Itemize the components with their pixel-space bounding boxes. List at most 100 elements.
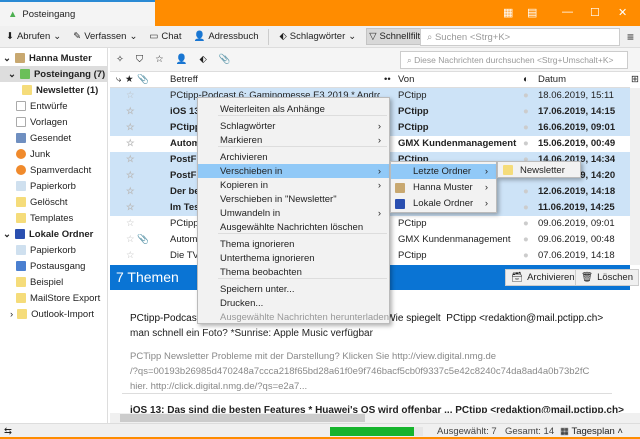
horizontal-scrollbar[interactable] [110,413,640,423]
menu-item[interactable]: Unterthema ignorieren [198,251,389,265]
star-icon[interactable]: ☆ [126,90,135,101]
menu-item-newsletter[interactable]: Newsletter [498,163,580,177]
account-hanna-muster[interactable]: ⌄ Hanna Muster [0,50,108,66]
archive-button[interactable]: 🗃 Archivieren [505,269,581,286]
menu-item[interactable]: Drucken... [198,296,389,310]
column-picker-icon[interactable]: ⊞ [631,74,639,85]
submenu-item[interactable]: Lokale Ordner › [391,196,496,211]
folder-beispiel[interactable]: Beispiel [0,274,108,290]
menu-item[interactable]: Kopieren in › [198,178,389,192]
folder-templates[interactable]: Templates [0,210,108,226]
menu-item[interactable]: Ausgewählte Nachrichten löschen [198,220,389,234]
unread-filter-icon[interactable]: ⛉ [136,54,143,65]
column-subject[interactable]: Betreff [170,74,198,85]
chevron-down-icon[interactable]: ⌄ [129,31,137,42]
star-icon[interactable]: ☆ [126,170,135,181]
message-date: 16.06.2019, 09:01 [538,122,616,133]
star-icon[interactable]: ☆ [126,186,135,197]
menu-item[interactable]: Markieren › [198,133,389,147]
fire-icon [16,149,26,159]
folder-geloescht[interactable]: Gelöscht [0,194,108,210]
delete-button[interactable]: 🗑 Löschen [575,269,639,286]
maximize-button[interactable]: ☐ [590,6,600,19]
attachment-filter-icon[interactable]: 📎 [219,54,231,65]
tab-posteingang[interactable]: ▲ Posteingang [0,0,155,26]
menu-item[interactable]: Thema ignorieren [198,237,389,251]
menu-item[interactable]: Ausgewählte Nachrichten herunterladen [198,310,389,324]
summary-subject-cont[interactable]: man schnell ein Foto? *Sunrise: Apple Mu… [130,328,373,339]
menu-item[interactable]: Archivieren [198,150,389,164]
star-column-icon[interactable]: ★ [125,74,134,85]
menu-item[interactable]: Thema beobachten [198,265,389,279]
message-list-scrollbar[interactable] [630,88,640,265]
folder-newsletter[interactable]: Newsletter (1) [0,82,108,98]
junk-column-icon[interactable]: ◐ [523,74,529,85]
menu-item[interactable]: Verschieben in "Newsletter" [198,192,389,206]
tag-filter-icon[interactable]: ⬖ [199,54,206,65]
tasks-icon[interactable]: ▤ [527,6,537,19]
folder-junk[interactable]: Junk [0,146,108,162]
star-icon[interactable]: ☆ [126,234,135,245]
star-filter-icon[interactable]: ☆ [155,54,164,65]
chat-button[interactable]: ▭ Chat [147,29,183,44]
message-date: 17.06.2019, 14:15 [538,106,616,117]
thread-column-icon[interactable]: ⤷ [116,74,121,85]
column-from[interactable]: Von [398,74,414,85]
pin-icon[interactable]: ✧ [116,54,124,65]
summary-subject-2[interactable]: iOS 13: Das sind die besten Features * H… [130,405,624,413]
folder-gesendet[interactable]: Gesendet [0,130,108,146]
menu-item[interactable]: Umwandeln in › [198,206,389,220]
menu-separator [218,115,387,116]
today-pane-button[interactable]: ▦ Tagesplan ˄ [560,426,623,437]
star-icon[interactable]: ☆ [126,250,135,261]
attachment-column-icon[interactable]: 📎 [137,74,149,85]
tag-icon: ⬖ [279,31,287,42]
message-date: 15.06.2019, 00:49 [538,138,616,149]
star-icon[interactable]: ☆ [126,218,135,229]
connection-icon[interactable]: ⇆ [4,426,12,437]
folder-mailstore-export[interactable]: MailStore Export [0,290,108,306]
star-icon[interactable]: ☆ [126,202,135,213]
pencil-icon: ✎ [73,31,82,42]
menu-item[interactable]: Speichern unter... [198,282,389,296]
folder-vorlagen[interactable]: Vorlagen [0,114,108,130]
star-icon[interactable]: ☆ [126,122,135,133]
account-lokale-ordner[interactable]: ⌄ Lokale Ordner [0,226,108,242]
close-button[interactable]: ✕ [618,6,627,19]
folder-posteingang[interactable]: ⌄ Posteingang (7) [0,66,108,82]
search-input[interactable]: ⌕ Suchen <Strg+K> [420,28,620,46]
menu-icon[interactable]: ≡ [627,30,634,44]
folder-icon [16,197,26,207]
address-book-button[interactable]: 👤 Adressbuch [191,29,260,44]
chevron-right-icon: › [377,207,381,219]
folder-papierkorb[interactable]: Papierkorb [0,178,108,194]
folder-postausgang[interactable]: Postausgang [0,258,108,274]
star-icon[interactable]: ☆ [126,154,135,165]
minimize-button[interactable]: — [562,6,573,18]
column-date[interactable]: Datum [538,74,566,85]
quick-search-input[interactable]: ⌕ Diese Nachrichten durchsuchen <Strg+Um… [400,51,628,69]
star-icon[interactable]: ☆ [126,106,135,117]
chevron-down-icon[interactable]: ⌄ [53,31,61,42]
menu-item[interactable]: Schlagwörter › [198,119,389,133]
folder-local-papierkorb[interactable]: Papierkorb [0,242,108,258]
folder-entwuerfe[interactable]: Entwürfe [0,98,108,114]
chevron-right-icon: › [377,120,381,132]
get-mail-button[interactable]: ⬇ Abrufen ⌄ [4,29,63,44]
submenu-item[interactable]: Hanna Muster › [391,180,496,195]
contact-filter-icon[interactable]: 👤 [176,54,188,65]
folder-outlook-import[interactable]: › Outlook-Import [0,306,108,322]
tags-button[interactable]: ⬖ Schlagwörter ⌄ [277,29,358,44]
menu-item[interactable]: Weiterleiten als Anhänge [198,102,389,116]
message-from: PCtipp [398,106,429,117]
star-icon[interactable]: ☆ [126,138,135,149]
menu-item[interactable]: Verschieben in › [198,164,389,178]
submenu-item[interactable]: Letzte Ordner › [391,164,496,179]
folder-icon [16,213,26,223]
folder-icon [16,293,26,303]
chevron-right-icon: › [484,182,488,193]
read-column-icon[interactable]: •• [384,74,391,85]
calendar-icon[interactable]: ▦ [503,6,513,19]
write-button[interactable]: ✎ Verfassen ⌄ [71,29,139,44]
folder-spamverdacht[interactable]: Spamverdacht [0,162,108,178]
